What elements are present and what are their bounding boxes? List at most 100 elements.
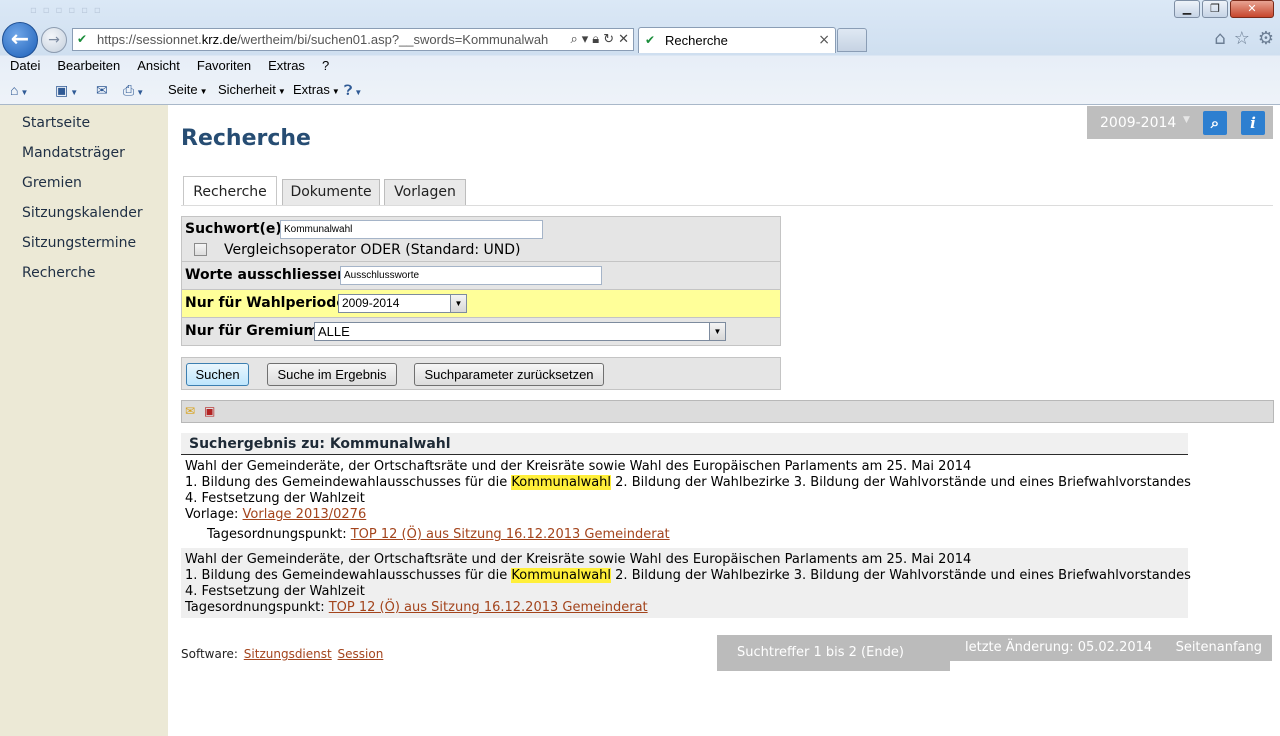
- sidebar-item-mandatstraeger[interactable]: Mandatsträger: [0, 138, 168, 168]
- results-toolbar: ✉ ▣: [181, 400, 1274, 423]
- menu-bearbeiten[interactable]: Bearbeiten: [47, 56, 127, 78]
- committee-filter-label: Nur für Gremium:: [185, 323, 324, 339]
- menu-extras[interactable]: Extras: [258, 56, 312, 78]
- exclude-row: Worte ausschliessen Ausschlussworte: [181, 262, 781, 290]
- new-tab-button[interactable]: [837, 28, 867, 52]
- search-in-results-button[interactable]: Suche im Ergebnis: [267, 363, 397, 386]
- result-item: Wahl der Gemeinderäte, der Ortschaftsrät…: [181, 548, 1191, 618]
- close-window-button[interactable]: ✕: [1230, 0, 1274, 18]
- tab-bar: Recherche Dokumente Vorlagen: [181, 176, 781, 206]
- browser-tab[interactable]: ✔ Recherche ×: [638, 27, 836, 53]
- back-to-top-link[interactable]: Seitenanfang: [1176, 635, 1262, 661]
- favorites-star-icon[interactable]: ☆: [1234, 28, 1250, 49]
- tab-close-icon[interactable]: ×: [818, 32, 830, 48]
- home-toolbar-icon[interactable]: ⌂ ▼: [10, 82, 28, 98]
- lock-icon[interactable]: 🔒︎: [592, 31, 599, 48]
- search-icon[interactable]: ⌕: [570, 31, 577, 48]
- url-text[interactable]: https://sessionnet.krz.de/wertheim/bi/su…: [97, 32, 549, 47]
- tab-favicon-icon: ✔: [645, 33, 656, 47]
- dropdown-arrow-icon[interactable]: ▼: [709, 323, 725, 340]
- last-change: letzte Änderung: 05.02.2014: [965, 640, 1153, 655]
- print-icon[interactable]: ⎙ ▼: [123, 82, 144, 99]
- extras-menu[interactable]: Extras ▼: [293, 82, 340, 97]
- sidebar: Startseite Mandatsträger Gremien Sitzung…: [0, 105, 168, 736]
- sicherheit-menu[interactable]: Sicherheit ▼: [218, 82, 286, 97]
- results-header: Suchergebnis zu: Kommunalwahl: [181, 433, 1188, 455]
- help-icon[interactable]: ❓︎ ▼: [344, 82, 362, 99]
- software-credit: Software: Sitzungsdienst Session: [181, 647, 384, 661]
- window-titlebar: ▫▫▫▫▫▫ ▁ ❐ ✕: [0, 0, 1280, 22]
- search-icon[interactable]: ⌕: [1203, 111, 1227, 135]
- menu-favoriten[interactable]: Favoriten: [187, 56, 258, 78]
- page-status-bar: letzte Änderung: 05.02.2014 Seitenanfang: [950, 635, 1272, 661]
- menu-help[interactable]: ?: [312, 56, 336, 78]
- browser-right-icons: ⌂ ☆ ⚙: [1214, 28, 1274, 49]
- reset-button[interactable]: Suchparameter zurücksetzen: [414, 363, 604, 386]
- session-link[interactable]: Session: [338, 647, 384, 661]
- address-bar-icons: ⌕ ▾ 🔒︎ ↻ ✕: [570, 31, 629, 48]
- result-title: Wahl der Gemeinderäte, der Ortschaftsrät…: [185, 459, 972, 474]
- back-button[interactable]: ←: [2, 22, 38, 58]
- search-button[interactable]: Suchen: [186, 363, 249, 386]
- period-value[interactable]: 2009-2014: [1100, 115, 1176, 131]
- tab-dokumente[interactable]: Dokumente: [282, 179, 380, 205]
- feeds-icon[interactable]: ▣ ▼: [55, 82, 78, 99]
- quick-access-icons: ▫▫▫▫▫▫: [30, 5, 107, 16]
- menu-ansicht[interactable]: Ansicht: [127, 56, 187, 78]
- exclude-label: Worte ausschliessen: [185, 267, 348, 283]
- dropdown-arrow-icon[interactable]: ▼: [450, 295, 466, 312]
- menu-bar: Datei Bearbeiten Ansicht Favoriten Extra…: [0, 56, 1280, 78]
- seite-menu[interactable]: Seite ▼: [168, 82, 208, 97]
- result-agenda-item: Tagesordnungspunkt: TOP 12 (Ö) aus Sitzu…: [207, 527, 670, 542]
- or-operator-checkbox[interactable]: [194, 243, 207, 256]
- refresh-icon[interactable]: ↻: [603, 31, 614, 48]
- tab-recherche[interactable]: Recherche: [183, 176, 277, 206]
- tab-divider: [181, 205, 1273, 206]
- period-filter-select[interactable]: 2009-2014 ▼: [338, 294, 467, 313]
- button-row: Suchen Suche im Ergebnis Suchparameter z…: [181, 357, 781, 390]
- agenda-item-link[interactable]: TOP 12 (Ö) aus Sitzung 16.12.2013 Gemein…: [329, 600, 648, 615]
- minimize-button[interactable]: ▁: [1174, 0, 1200, 18]
- settings-gear-icon[interactable]: ⚙: [1258, 28, 1274, 49]
- agenda-item-link[interactable]: TOP 12 (Ö) aus Sitzung 16.12.2013 Gemein…: [351, 527, 670, 542]
- result-agenda-item: Tagesordnungspunkt: TOP 12 (Ö) aus Sitzu…: [185, 600, 648, 615]
- address-bar[interactable]: ✔ https://sessionnet.krz.de/wertheim/bi/…: [72, 28, 634, 51]
- command-bar: ⌂ ▼ ▣ ▼ ✉ ⎙ ▼ Seite ▼ Sicherheit ▼ Extras ▼ ❓︎…: [0, 80, 1280, 102]
- browser-chrome: ▫▫▫▫▫▫ ▁ ❐ ✕ ← → ✔ https://sessionnet.kr…: [0, 0, 1280, 105]
- pdf-icon[interactable]: ▣: [204, 404, 215, 418]
- sidebar-item-sitzungstermine[interactable]: Sitzungstermine: [0, 228, 168, 258]
- committee-filter-select[interactable]: ALLE ▼: [314, 322, 726, 341]
- result-text: 1. Bildung des Gemeindewahlausschusses f…: [185, 568, 1191, 583]
- dropdown-arrow-icon[interactable]: ▾: [582, 31, 589, 48]
- result-text-line3: 4. Festsetzung der Wahlzeit: [185, 584, 365, 599]
- mail-icon[interactable]: ✉: [185, 404, 195, 418]
- info-icon[interactable]: i: [1241, 111, 1265, 135]
- hits-counter: Suchtreffer 1 bis 2 (Ende): [717, 635, 950, 671]
- tab-title: Recherche: [665, 33, 728, 48]
- sidebar-item-recherche[interactable]: Recherche: [0, 258, 168, 288]
- tab-vorlagen[interactable]: Vorlagen: [384, 179, 466, 205]
- sidebar-item-gremien[interactable]: Gremien: [0, 168, 168, 198]
- sidebar-item-startseite[interactable]: Startseite: [0, 108, 168, 138]
- sitzungsdienst-link[interactable]: Sitzungsdienst: [244, 647, 332, 661]
- chevron-down-icon[interactable]: ▼: [1183, 115, 1190, 125]
- home-icon[interactable]: ⌂: [1214, 28, 1225, 49]
- period-selector[interactable]: 2009-2014 ▼ ⌕ i: [1087, 106, 1273, 139]
- menu-datei[interactable]: Datei: [0, 56, 47, 78]
- sidebar-item-sitzungskalender[interactable]: Sitzungskalender: [0, 198, 168, 228]
- result-vorlage: Vorlage: Vorlage 2013/0276: [185, 507, 367, 522]
- mail-icon[interactable]: ✉: [96, 82, 108, 99]
- window-controls: ▁ ❐ ✕: [1174, 0, 1274, 18]
- period-filter-label: Nur für Wahlperiode:: [185, 295, 352, 311]
- vorlage-link[interactable]: Vorlage 2013/0276: [243, 507, 367, 522]
- stop-icon[interactable]: ✕: [618, 31, 629, 48]
- search-input[interactable]: Kommunalwahl: [280, 220, 543, 239]
- page-title: Recherche: [181, 126, 311, 151]
- maximize-button[interactable]: ❐: [1202, 0, 1228, 18]
- site-favicon-icon: ✔: [77, 32, 88, 46]
- forward-button[interactable]: →: [41, 27, 67, 53]
- search-highlight: Kommunalwahl: [511, 568, 612, 583]
- result-title: Wahl der Gemeinderäte, der Ortschaftsrät…: [185, 552, 972, 567]
- search-keyword-row: Suchwort(e) Kommunalwahl Vergleichsopera…: [181, 216, 781, 262]
- exclude-input[interactable]: Ausschlussworte: [340, 266, 602, 285]
